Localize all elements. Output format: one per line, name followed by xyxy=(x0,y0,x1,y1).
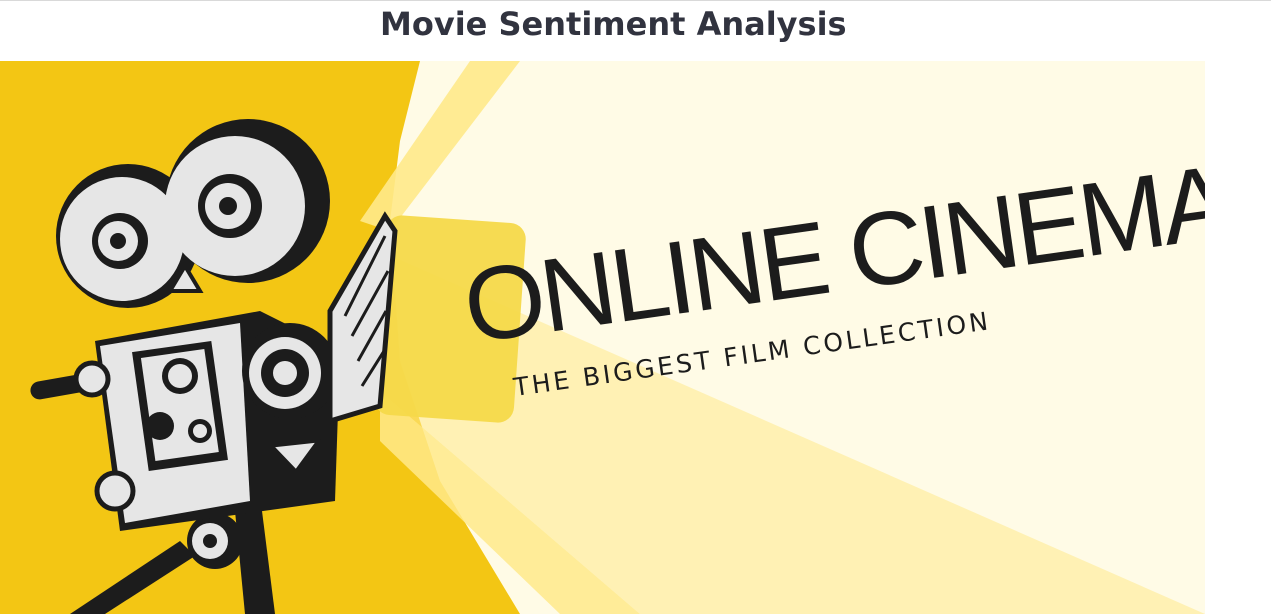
page-title: Movie Sentiment Analysis xyxy=(380,5,847,43)
top-divider xyxy=(0,0,1271,1)
online-cinema-banner-image: ONLINE CINEMA THE BIGGEST FILM COLLECTIO… xyxy=(0,61,1205,614)
